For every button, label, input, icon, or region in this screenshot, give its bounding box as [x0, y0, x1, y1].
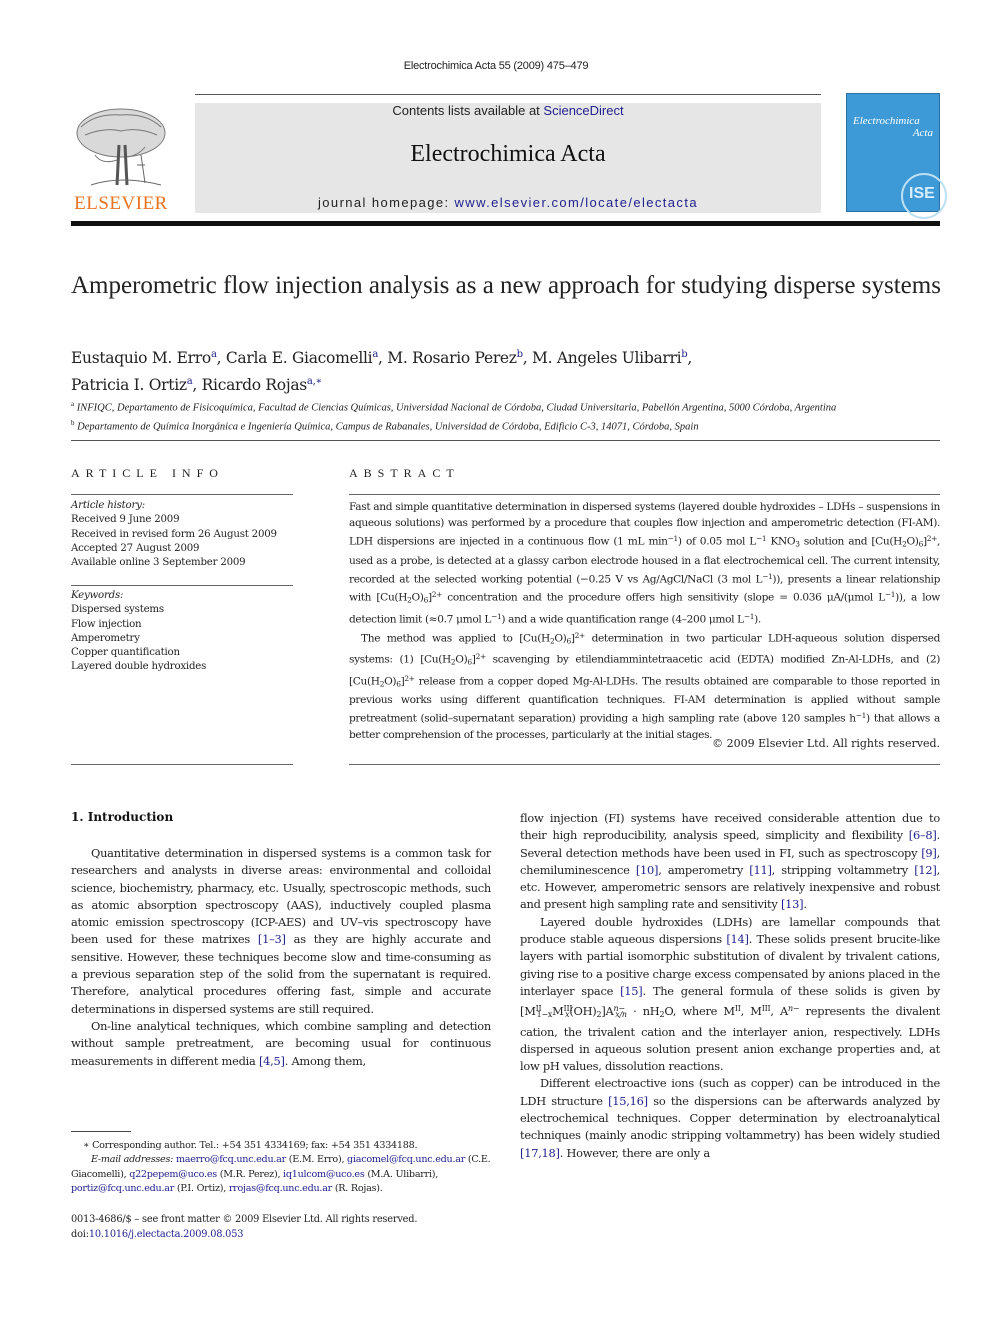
- article-info-heading: ARTICLE INFO: [71, 466, 224, 480]
- keyword: Flow injection: [71, 618, 142, 630]
- header-thick-rule: [71, 221, 940, 226]
- citation-link[interactable]: [4,5]: [259, 1054, 285, 1068]
- keyword: Dispersed systems: [71, 604, 164, 616]
- elsevier-wordmark: ELSEVIER: [74, 193, 168, 214]
- keyword: Copper quantification: [71, 647, 180, 659]
- corresponding-author-note: ∗ Corresponding author. Tel.: +54 351 43…: [83, 1140, 418, 1151]
- email-link[interactable]: iq1ulcom@uco.es: [283, 1169, 365, 1180]
- running-citation: Electrochimica Acta 55 (2009) 475–479: [403, 60, 589, 72]
- article-title: Amperometric flow injection analysis as …: [71, 272, 941, 299]
- paragraph: flow injection (FI) systems have receive…: [520, 811, 940, 912]
- abstract-body: Fast and simple quantitative determinati…: [349, 499, 940, 743]
- abstract-heading: ABSTRACT: [349, 466, 460, 480]
- journal-banner: Contents lists available at ScienceDirec…: [195, 103, 821, 213]
- email-link[interactable]: maerro@fcq.unc.edu.ar: [176, 1154, 286, 1165]
- keywords-label: Keywords:: [71, 590, 124, 601]
- author[interactable]: Patricia I. Ortiza: [71, 376, 193, 394]
- section-heading-introduction: 1. Introduction: [71, 810, 174, 824]
- keyword: Layered double hydroxides: [71, 661, 207, 673]
- contents-line: Contents lists available at ScienceDirec…: [195, 103, 821, 118]
- cover-title-1: Electrochimica: [853, 115, 920, 127]
- citation-link[interactable]: [15,16]: [608, 1094, 648, 1108]
- citation-link[interactable]: [17,18]: [520, 1146, 560, 1160]
- journal-cover-thumbnail[interactable]: Electrochimica Acta ISE: [846, 93, 947, 219]
- author[interactable]: M. Rosario Perezb: [387, 349, 523, 367]
- homepage-prefix: journal homepage:: [318, 195, 455, 210]
- email-link[interactable]: giacomel@fcq.unc.edu.ar: [347, 1154, 465, 1165]
- paragraph: Different electroactive ions (such as co…: [520, 1076, 940, 1160]
- article-history: Article history: Received 9 June 2009 Re…: [71, 499, 301, 570]
- citation-link[interactable]: [9]: [921, 846, 937, 860]
- paragraph: Quantitative determination in dispersed …: [71, 846, 491, 1016]
- body-column-right: flow injection (FI) systems have receive…: [520, 810, 940, 1162]
- author[interactable]: Ricardo Rojasa,∗: [202, 376, 323, 394]
- keywords: Keywords: Dispersed systems Flow injecti…: [71, 589, 301, 675]
- divider: [349, 764, 940, 765]
- paragraph: Layered double hydroxides (LDHs) are lam…: [520, 914, 941, 1074]
- sciencedirect-link[interactable]: ScienceDirect: [543, 103, 623, 118]
- affiliation-b: b Departamento de Química Inorgánica e I…: [71, 418, 699, 433]
- cover-title-2: Acta: [912, 127, 933, 139]
- divider: [349, 494, 940, 495]
- contents-prefix: Contents lists available at: [392, 103, 544, 118]
- doi-link[interactable]: 10.1016/j.electacta.2009.08.053: [89, 1229, 244, 1240]
- email-link[interactable]: rrojas@fcq.unc.edu.ar: [229, 1183, 332, 1194]
- keyword: Amperometry: [71, 632, 140, 644]
- email-link[interactable]: portiz@fcq.unc.edu.ar: [71, 1183, 174, 1194]
- footnotes: ∗ Corresponding author. Tel.: +54 351 43…: [71, 1139, 491, 1196]
- citation-link[interactable]: [10]: [636, 863, 659, 877]
- history-item: Received in revised form 26 August 2009: [71, 528, 277, 540]
- citation-link[interactable]: [12]: [914, 863, 937, 877]
- author[interactable]: Eustaquio M. Erroa: [71, 349, 217, 367]
- front-matter: 0013-4686/$ – see front matter © 2009 El…: [71, 1212, 491, 1242]
- email-label: E-mail addresses:: [91, 1154, 174, 1166]
- paragraph: On-line analytical techniques, which com…: [71, 1018, 491, 1068]
- citation-link[interactable]: [14]: [726, 932, 749, 946]
- homepage-line: journal homepage: www.elsevier.com/locat…: [195, 195, 821, 210]
- footnote-rule: [71, 1131, 131, 1132]
- journal-name: Electrochimica Acta: [410, 141, 606, 167]
- abstract-paragraph-2: The method was applied to [Cu(H2O)6]2+ d…: [349, 630, 940, 741]
- author-list: Eustaquio M. Erroa, Carla E. Giacomellia…: [71, 349, 693, 395]
- section-divider: [71, 440, 940, 441]
- divider: [71, 585, 293, 586]
- citation-link[interactable]: [11]: [749, 863, 772, 877]
- affiliation-a: a INFIQC, Departamento de Fisicoquímica,…: [71, 400, 837, 414]
- history-item: Accepted 27 August 2009: [71, 542, 200, 554]
- history-item: Received 9 June 2009: [71, 514, 180, 526]
- doi-line: doi:10.1016/j.electacta.2009.08.053: [71, 1229, 244, 1240]
- email-addresses: E-mail addresses: maerro@fcq.unc.edu.ar …: [71, 1154, 491, 1194]
- homepage-link[interactable]: www.elsevier.com/locate/electacta: [455, 195, 698, 210]
- copyright-notice: © 2009 Elsevier Ltd. All rights reserved…: [712, 737, 940, 750]
- citation-link[interactable]: [1–3]: [258, 932, 286, 946]
- divider: [71, 764, 293, 765]
- history-item: Available online 3 September 2009: [71, 557, 246, 569]
- affiliations: a INFIQC, Departamento de Fisicoquímica,…: [71, 397, 951, 434]
- seal-text: ISE: [909, 185, 935, 202]
- author[interactable]: M. Angeles Ulibarrib: [532, 349, 688, 367]
- citation-link[interactable]: [13]: [781, 897, 804, 911]
- body-column-left: Quantitative determination in dispersed …: [71, 845, 491, 1070]
- divider: [71, 494, 293, 495]
- citation-link[interactable]: [15]: [620, 984, 643, 998]
- email-link[interactable]: q22pepem@uco.es: [129, 1169, 217, 1180]
- abstract-paragraph-1: Fast and simple quantitative determinati…: [349, 501, 941, 626]
- issn-line: 0013-4686/$ – see front matter © 2009 El…: [71, 1214, 418, 1225]
- ise-seal-icon: ISE: [901, 173, 947, 219]
- elsevier-logo[interactable]: ELSEVIER: [71, 105, 171, 215]
- history-label: Article history:: [71, 500, 145, 511]
- header-divider: [195, 94, 821, 95]
- author[interactable]: Carla E. Giacomellia: [226, 349, 378, 367]
- elsevier-tree-icon: [76, 108, 166, 186]
- citation-link[interactable]: [6–8]: [909, 828, 937, 842]
